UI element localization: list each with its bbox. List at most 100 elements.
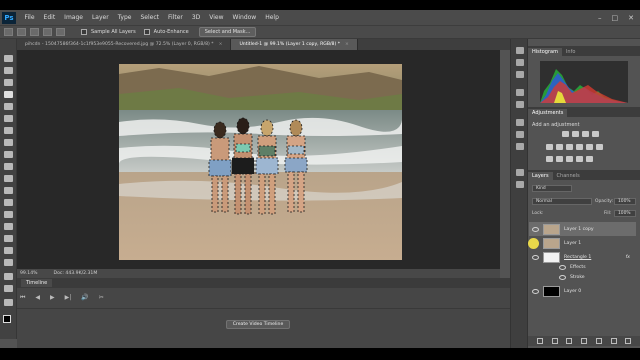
- threshold-icon[interactable]: [566, 156, 573, 162]
- layer-name[interactable]: Layer 0: [564, 289, 581, 294]
- blend-mode-select[interactable]: Normal: [532, 198, 592, 205]
- zoom-tool-icon[interactable]: [4, 285, 13, 292]
- sample-all-layers-checkbox[interactable]: [81, 29, 87, 35]
- menu-edit[interactable]: Edit: [39, 14, 60, 21]
- menu-file[interactable]: File: [20, 14, 39, 21]
- close-icon[interactable]: ×: [345, 42, 349, 47]
- character-icon[interactable]: [516, 119, 524, 126]
- layer-name[interactable]: Rectangle 1: [564, 255, 591, 260]
- eraser-tool-icon[interactable]: [4, 175, 13, 182]
- hue-saturation-icon[interactable]: [556, 144, 563, 150]
- lasso-tool-icon[interactable]: [4, 79, 13, 86]
- opacity-input[interactable]: 100%: [614, 198, 636, 205]
- layer-row-layer-1-copy[interactable]: Layer 1 copy: [529, 222, 636, 236]
- brightness-contrast-icon[interactable]: [562, 131, 569, 137]
- quick-selection-tool-icon[interactable]: [4, 91, 13, 98]
- document-canvas-photo[interactable]: [119, 64, 402, 260]
- menu-select[interactable]: Select: [136, 14, 164, 21]
- color-icon[interactable]: [516, 71, 524, 78]
- menu-image[interactable]: Image: [60, 14, 88, 21]
- selective-color-icon[interactable]: [586, 156, 593, 162]
- levels-icon[interactable]: [572, 131, 579, 137]
- next-frame-icon[interactable]: ▶|: [65, 294, 72, 302]
- visibility-eye-icon[interactable]: [559, 274, 566, 280]
- visibility-eye-icon[interactable]: [532, 254, 539, 260]
- new-group-icon[interactable]: [595, 338, 602, 344]
- menu-view[interactable]: View: [205, 14, 228, 21]
- previous-frame-icon[interactable]: ◀: [35, 294, 40, 302]
- path-selection-tool-icon[interactable]: [4, 247, 13, 254]
- black-white-icon[interactable]: [576, 144, 583, 150]
- libraries-icon[interactable]: [516, 143, 524, 150]
- rectangle-tool-icon[interactable]: [4, 259, 13, 266]
- subtract-selection-icon[interactable]: [43, 28, 52, 36]
- tab-document-untitled[interactable]: Untitled-1 @ 99.1% (Layer 1 copy, RGB/8)…: [231, 39, 358, 50]
- eyedropper-tool-icon[interactable]: [4, 115, 13, 122]
- menu-3d[interactable]: 3D: [187, 14, 204, 21]
- visibility-eye-icon[interactable]: [559, 264, 566, 270]
- auto-enhance-checkbox[interactable]: [143, 29, 150, 35]
- move-tool-icon[interactable]: [4, 55, 13, 62]
- channels-icon[interactable]: [516, 169, 524, 176]
- marquee-tool-icon[interactable]: [4, 67, 13, 74]
- zoom-level[interactable]: 99.14%: [20, 271, 38, 276]
- new-selection-icon[interactable]: [17, 28, 26, 36]
- gradient-tool-icon[interactable]: [4, 187, 13, 194]
- tab-channels[interactable]: Channels: [553, 172, 584, 180]
- menu-filter[interactable]: Filter: [164, 14, 188, 21]
- curves-icon[interactable]: [582, 131, 589, 137]
- add-to-selection-icon[interactable]: [30, 28, 39, 36]
- brush-tool-icon[interactable]: [4, 139, 13, 146]
- exposure-icon[interactable]: [592, 131, 599, 137]
- link-layers-icon[interactable]: [536, 338, 543, 344]
- select-and-mask-button[interactable]: Select and Mask...: [198, 27, 257, 37]
- go-to-first-frame-icon[interactable]: ⏮: [20, 294, 25, 302]
- healing-brush-tool-icon[interactable]: [4, 127, 13, 134]
- delete-layer-icon[interactable]: [625, 338, 632, 344]
- invert-icon[interactable]: [546, 156, 553, 162]
- close-icon[interactable]: ✕: [628, 14, 634, 22]
- close-icon[interactable]: ×: [219, 42, 223, 47]
- menu-layer[interactable]: Layer: [87, 14, 113, 21]
- tab-document-recovered[interactable]: pihcdn - 15047586f364-1c1f953e9055-Recov…: [17, 39, 232, 50]
- blur-tool-icon[interactable]: [4, 199, 13, 206]
- add-layer-style-icon[interactable]: [551, 338, 558, 344]
- properties-icon[interactable]: [516, 89, 524, 96]
- history-icon[interactable]: [516, 47, 524, 54]
- pen-tool-icon[interactable]: [4, 223, 13, 230]
- create-video-timeline-button[interactable]: Create Video Timeline: [226, 320, 290, 329]
- clone-stamp-tool-icon[interactable]: [4, 151, 13, 158]
- maximize-icon[interactable]: □: [612, 14, 619, 22]
- tab-timeline[interactable]: Timeline: [21, 279, 53, 287]
- vibrance-icon[interactable]: [546, 144, 553, 150]
- paths-icon[interactable]: [516, 181, 524, 188]
- brush-size-icon[interactable]: [56, 28, 65, 36]
- add-mask-icon[interactable]: [566, 338, 573, 344]
- layer-row-layer-1[interactable]: Layer 1: [529, 236, 636, 250]
- paragraph-icon[interactable]: [516, 131, 524, 138]
- layer-stroke-effect-row[interactable]: Stroke: [529, 272, 636, 282]
- type-tool-icon[interactable]: [4, 235, 13, 242]
- dodge-tool-icon[interactable]: [4, 211, 13, 218]
- layer-name[interactable]: Layer 1 copy: [564, 227, 594, 232]
- play-icon[interactable]: ▶: [50, 294, 55, 302]
- channel-mixer-icon[interactable]: [596, 144, 603, 150]
- crop-tool-icon[interactable]: [4, 103, 13, 110]
- visibility-eye-icon[interactable]: [532, 288, 539, 294]
- audio-icon[interactable]: 🔊: [81, 294, 88, 302]
- gradient-map-icon[interactable]: [576, 156, 583, 162]
- color-balance-icon[interactable]: [566, 144, 573, 150]
- hand-tool-icon[interactable]: [4, 273, 13, 280]
- menu-window[interactable]: Window: [228, 14, 261, 21]
- brush-settings-icon[interactable]: [516, 101, 524, 108]
- new-adjustment-layer-icon[interactable]: [581, 338, 587, 344]
- new-layer-icon[interactable]: [610, 338, 617, 344]
- fx-icon[interactable]: fx: [626, 255, 630, 260]
- quick-selection-tool-icon[interactable]: [4, 28, 13, 36]
- visibility-eye-icon[interactable]: [532, 226, 539, 232]
- history-brush-tool-icon[interactable]: [4, 163, 13, 170]
- more-tools-icon[interactable]: [4, 299, 13, 306]
- split-clip-icon[interactable]: ✂: [99, 294, 104, 302]
- minimize-icon[interactable]: –: [598, 14, 602, 22]
- layer-row-layer-0[interactable]: Layer 0: [529, 284, 636, 298]
